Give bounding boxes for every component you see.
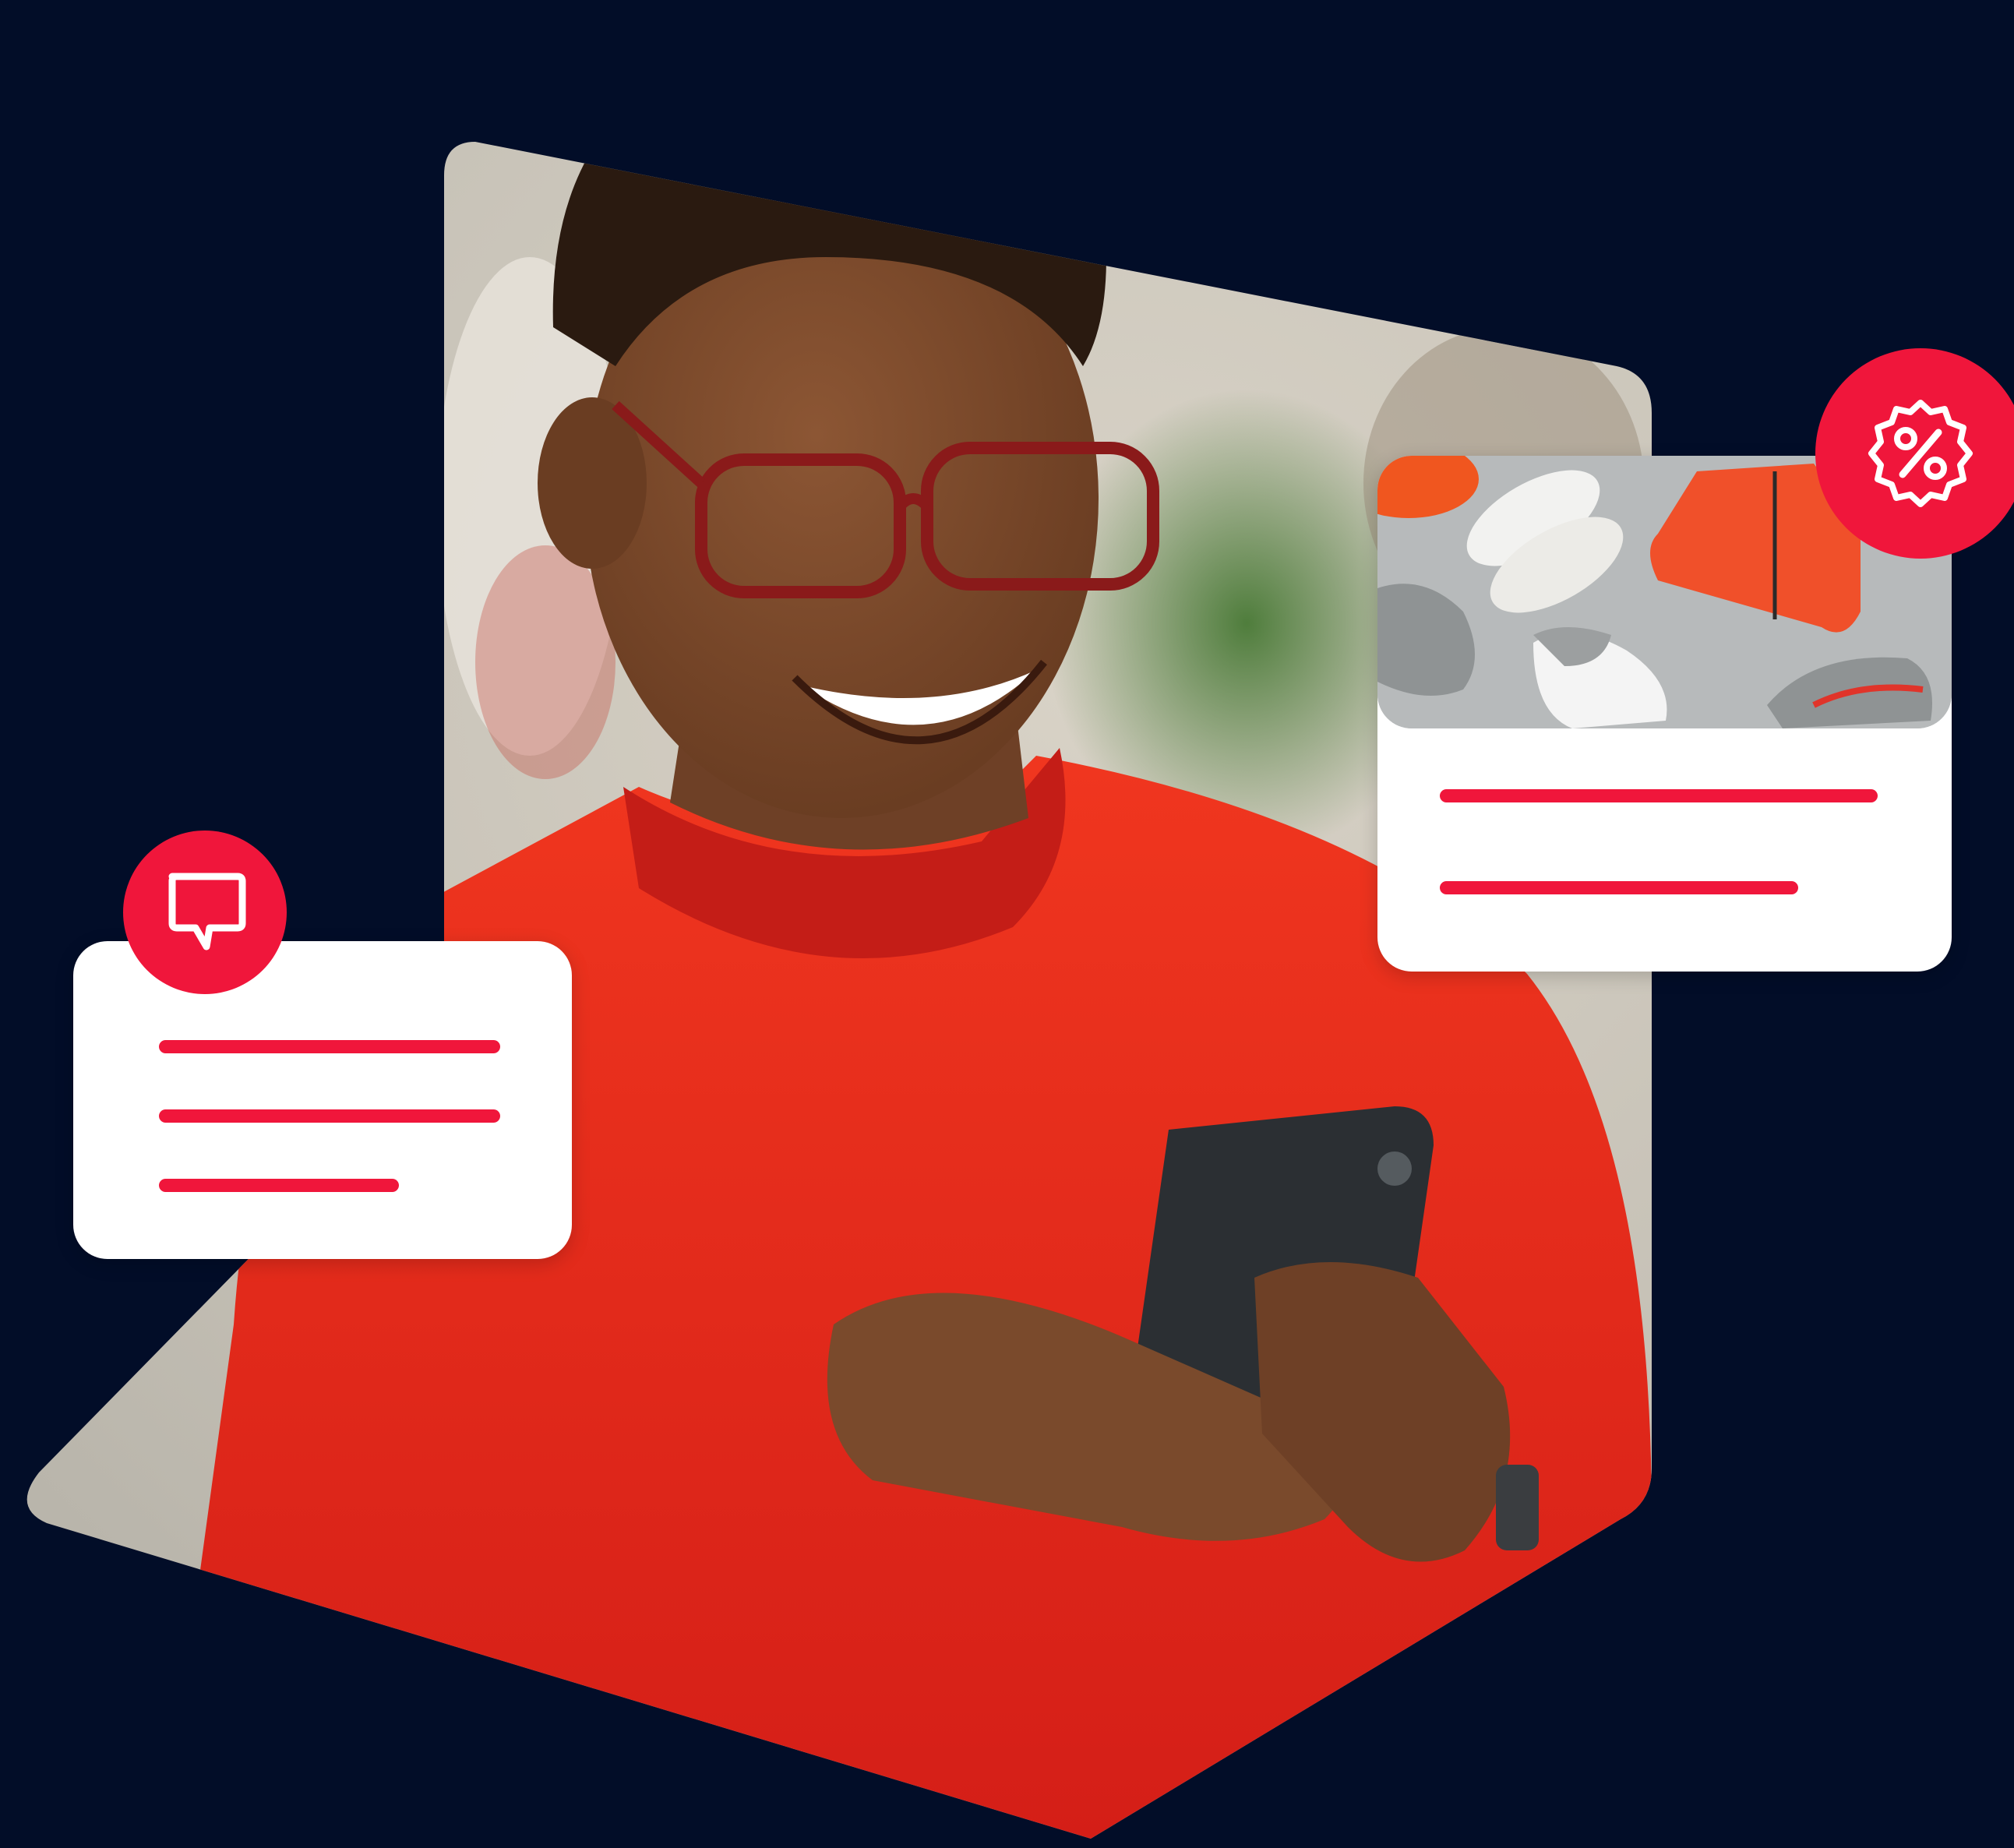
text-line [1440, 789, 1878, 802]
text-line [1440, 881, 1798, 894]
discount-badge [1815, 348, 2014, 559]
chat-badge [123, 831, 287, 994]
text-line [159, 1040, 500, 1053]
hero-illustration [0, 0, 2014, 1848]
chat-bubble-icon [168, 873, 246, 950]
text-line [159, 1109, 500, 1123]
discount-badge-icon [1868, 400, 1973, 507]
chat-card [73, 941, 572, 1259]
text-line [159, 1179, 399, 1192]
